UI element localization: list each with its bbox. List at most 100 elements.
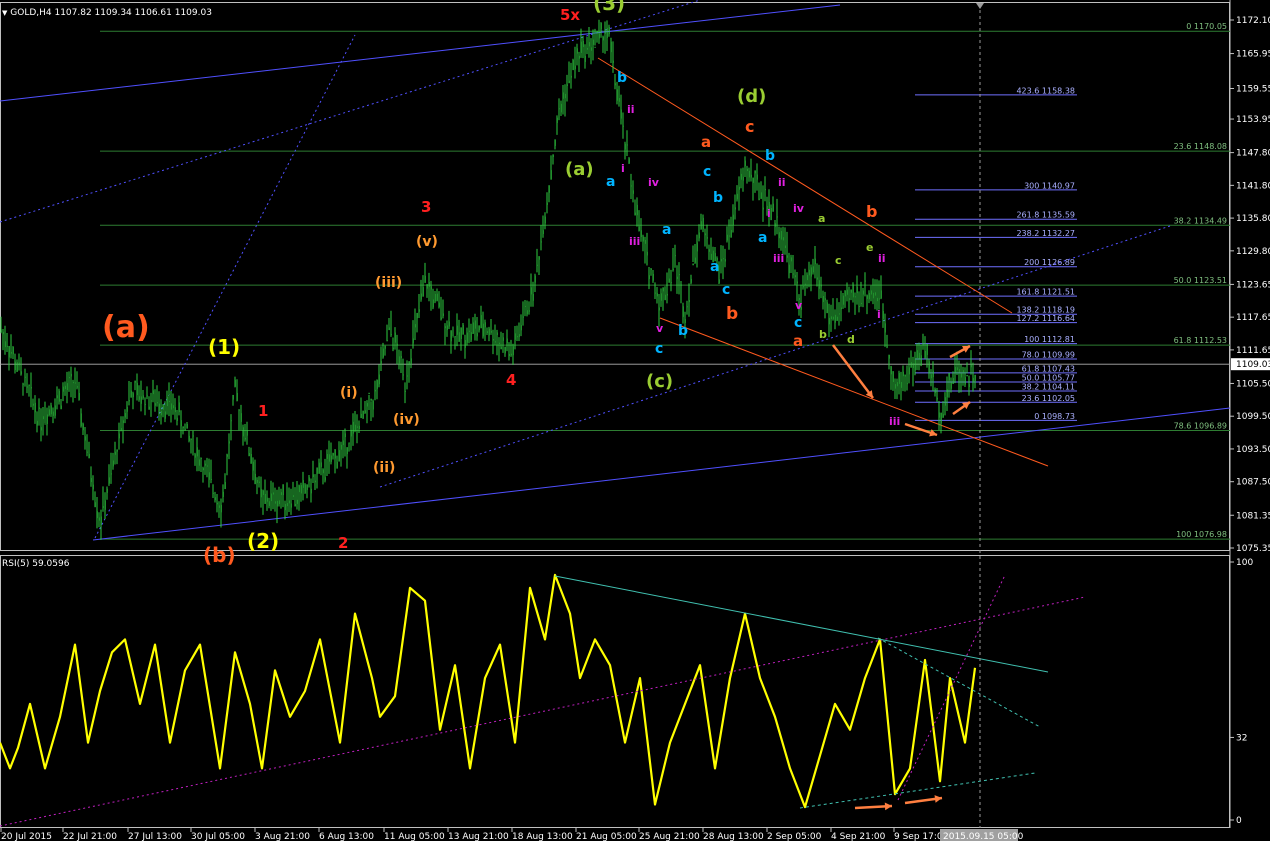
- wave-label: a: [701, 133, 711, 151]
- candle-body: [634, 212, 636, 216]
- candle-body: [60, 405, 62, 410]
- wave-label: d: [847, 333, 855, 346]
- candle-body: [332, 453, 334, 456]
- candle-body: [300, 485, 302, 494]
- candle-body: [152, 390, 154, 395]
- candle-body: [298, 485, 300, 493]
- candle-body: [520, 325, 522, 331]
- candle-body: [204, 463, 206, 466]
- fib-extension-label: 423.6 1158.38: [1016, 86, 1075, 95]
- candle-body: [72, 381, 74, 384]
- candle-body: [414, 324, 416, 328]
- candle-body: [762, 207, 764, 210]
- candle-body: [962, 370, 964, 373]
- candle-body: [454, 336, 456, 338]
- candle-body: [726, 234, 728, 241]
- candle-body: [820, 284, 822, 287]
- wave-label: b: [765, 148, 775, 164]
- candle-body: [108, 477, 110, 484]
- fib-extension-label: 50.0 1105.77: [1022, 373, 1075, 382]
- candle-body: [700, 221, 702, 230]
- candle-body: [944, 397, 946, 406]
- candle-body: [226, 454, 228, 457]
- candle-body: [90, 477, 92, 483]
- candle-body: [62, 386, 64, 392]
- candle-body: [904, 374, 906, 377]
- candle-body: [834, 314, 836, 323]
- candle-body: [14, 361, 16, 371]
- time-tick-label: 27 Jul 13:00: [128, 832, 182, 841]
- fib-extension-label: 38.2 1104.11: [1022, 383, 1075, 392]
- candle-body: [114, 451, 116, 455]
- candle-body: [624, 143, 626, 150]
- candle-body: [960, 373, 962, 378]
- fib-retrace-label: 61.8 1112.53: [1174, 336, 1227, 345]
- time-tick-label: 6 Aug 13:00: [319, 832, 374, 841]
- wave-label: c: [722, 282, 730, 298]
- wave-label: iv: [793, 202, 805, 215]
- candle-body: [248, 453, 250, 457]
- candle-body: [190, 438, 192, 440]
- candle-body: [682, 306, 684, 317]
- wave-label: ii: [627, 103, 635, 116]
- candle-body: [694, 257, 696, 263]
- candle-body: [738, 186, 740, 190]
- candle-body: [410, 358, 412, 364]
- candle-body: [376, 380, 378, 389]
- wave-label: c: [655, 341, 663, 357]
- candle-body: [586, 47, 588, 50]
- candle-body: [366, 403, 368, 407]
- time-tick-label: 13 Aug 21:00: [448, 832, 509, 841]
- candle-body: [536, 264, 538, 266]
- candle-body: [110, 473, 112, 475]
- candle-body: [704, 233, 706, 236]
- candle-body: [930, 374, 932, 379]
- candle-body: [418, 309, 420, 312]
- candle-body: [954, 366, 956, 374]
- header-dropdown-icon[interactable]: ▼: [2, 9, 7, 17]
- candle-body: [258, 481, 260, 483]
- candle-body: [496, 332, 498, 335]
- candle-body: [860, 302, 862, 304]
- wave-label: iv: [648, 176, 660, 189]
- candle-body: [524, 305, 526, 307]
- candle-body: [244, 437, 246, 440]
- price-tick-label: 1087.50: [1236, 478, 1270, 488]
- candle-body: [214, 497, 216, 501]
- candle-body: [518, 334, 520, 337]
- candle-body: [656, 293, 658, 297]
- price-tick-label: 1135.80: [1236, 214, 1270, 224]
- candle-body: [420, 293, 422, 300]
- wave-label: b: [819, 328, 827, 341]
- candle-body: [642, 236, 644, 242]
- fib-retrace-label: 100 1076.98: [1176, 530, 1227, 539]
- candle-body: [870, 290, 872, 295]
- candle-body: [602, 36, 604, 41]
- candle-body: [182, 426, 184, 429]
- candle-body: [274, 501, 276, 504]
- candle-body: [500, 346, 502, 350]
- candle-body: [774, 223, 776, 227]
- candle-body: [64, 385, 66, 389]
- candle-body: [234, 379, 236, 387]
- price-tick-label: 1111.65: [1236, 346, 1270, 356]
- candle-body: [804, 283, 806, 285]
- candle-body: [96, 511, 98, 519]
- candle-body: [486, 331, 488, 334]
- candle-body: [146, 395, 148, 397]
- candle-body: [460, 327, 462, 339]
- candle-body: [42, 416, 44, 420]
- candle-body: [926, 343, 928, 356]
- candle-body: [392, 347, 394, 350]
- time-tick-label: 28 Aug 13:00: [703, 832, 764, 841]
- candle-body: [688, 299, 690, 303]
- fib-extension-label: 0 1098.73: [1034, 412, 1075, 421]
- candle-body: [48, 409, 50, 416]
- candle-body: [806, 274, 808, 281]
- candle-body: [888, 354, 890, 359]
- candle-body: [320, 462, 322, 467]
- candle-body: [846, 289, 848, 295]
- candle-body: [564, 93, 566, 99]
- candle-body: [614, 83, 616, 86]
- candle-body: [812, 266, 814, 273]
